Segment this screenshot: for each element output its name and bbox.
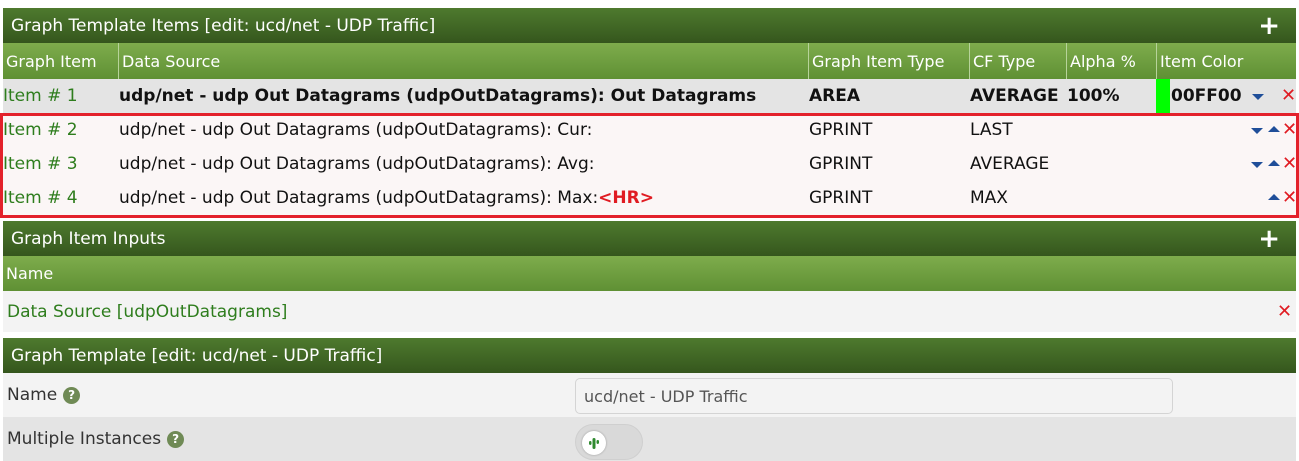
col-item-color[interactable]: Item Color bbox=[1156, 43, 1296, 79]
data-source-cell: udp/net - udp Out Datagrams (udpOutDatag… bbox=[119, 86, 757, 106]
alpha-cell: 100% bbox=[1067, 86, 1120, 106]
item-link[interactable]: Item # 1 bbox=[3, 79, 78, 113]
name-label-wrap: Name ? bbox=[7, 373, 81, 417]
delete-icon[interactable]: ✕ bbox=[1281, 87, 1296, 105]
hr-tag: <HR> bbox=[598, 188, 654, 208]
multiple-instances-label: Multiple Instances bbox=[7, 429, 162, 449]
cactus-icon bbox=[589, 438, 599, 449]
table-row: Item # 3 udp/net - udp Out Datagrams (ud… bbox=[3, 147, 1297, 181]
data-source-cell: udp/net - udp Out Datagrams (udpOutDatag… bbox=[119, 181, 654, 215]
multiple-instances-row: Multiple Instances ? bbox=[3, 417, 1296, 461]
list-item: Data Source [udpOutDatagrams] ✕ bbox=[3, 291, 1296, 332]
multiple-instances-toggle[interactable] bbox=[575, 424, 643, 460]
move-down-icon[interactable] bbox=[1251, 162, 1263, 168]
data-source-cell: udp/net - udp Out Datagrams (udpOutDatag… bbox=[119, 120, 593, 140]
move-up-icon[interactable] bbox=[1268, 126, 1280, 132]
col-alpha[interactable]: Alpha % bbox=[1066, 43, 1156, 79]
question-icon[interactable]: ? bbox=[167, 430, 185, 448]
data-source-input-link[interactable]: Data Source [udpOutDatagrams] bbox=[7, 291, 287, 332]
cf-type-cell: AVERAGE bbox=[970, 86, 1059, 106]
name-input[interactable] bbox=[575, 378, 1173, 414]
table-row: Item # 4 udp/net - udp Out Datagrams (ud… bbox=[3, 181, 1297, 215]
col-name[interactable]: Name bbox=[3, 256, 303, 291]
delete-icon[interactable]: ✕ bbox=[1282, 155, 1297, 173]
name-label: Name bbox=[7, 385, 58, 405]
template-panel-title: Graph Template [edit: ucd/net - UDP Traf… bbox=[11, 345, 383, 366]
table-row: Item # 1 udp/net - udp Out Datagrams (ud… bbox=[3, 79, 1296, 113]
item-link[interactable]: Item # 3 bbox=[3, 147, 78, 181]
table-row: Item # 2 udp/net - udp Out Datagrams (ud… bbox=[3, 113, 1297, 147]
color-hex-cell: 00FF00 bbox=[1171, 86, 1242, 106]
move-up-icon[interactable] bbox=[1268, 160, 1280, 166]
item-link[interactable]: Item # 4 bbox=[3, 181, 78, 215]
item-type-cell: GPRINT bbox=[809, 188, 873, 208]
col-graph-item-type[interactable]: Graph Item Type bbox=[808, 43, 969, 79]
move-down-icon[interactable] bbox=[1252, 94, 1264, 100]
question-icon[interactable]: ? bbox=[63, 386, 81, 404]
toggle-knob bbox=[582, 431, 606, 455]
data-source-text: udp/net - udp Out Datagrams (udpOutDatag… bbox=[119, 188, 599, 208]
cf-type-cell: LAST bbox=[970, 120, 1013, 140]
add-input-plus-icon[interactable]: + bbox=[1258, 226, 1280, 252]
col-data-source[interactable]: Data Source bbox=[118, 43, 808, 79]
multiple-label-wrap: Multiple Instances ? bbox=[7, 417, 185, 461]
items-panel-header: Graph Template Items [edit: ucd/net - UD… bbox=[3, 8, 1296, 43]
item-type-cell: GPRINT bbox=[809, 120, 873, 140]
col-graph-item[interactable]: Graph Item bbox=[3, 43, 118, 79]
template-panel-header: Graph Template [edit: ucd/net - UDP Traf… bbox=[3, 338, 1296, 373]
delete-icon[interactable]: ✕ bbox=[1282, 189, 1297, 207]
cf-type-cell: MAX bbox=[970, 188, 1008, 208]
move-up-icon[interactable] bbox=[1268, 194, 1280, 200]
move-down-icon[interactable] bbox=[1251, 128, 1263, 134]
inputs-panel-header: Graph Item Inputs + bbox=[3, 221, 1296, 256]
cf-type-cell: AVERAGE bbox=[970, 154, 1050, 174]
item-link[interactable]: Item # 2 bbox=[3, 113, 78, 147]
col-cf-type[interactable]: CF Type bbox=[969, 43, 1066, 79]
item-type-cell: GPRINT bbox=[809, 154, 873, 174]
item-type-cell: AREA bbox=[809, 86, 861, 106]
data-source-cell: udp/net - udp Out Datagrams (udpOutDatag… bbox=[119, 154, 595, 174]
add-item-plus-icon[interactable]: + bbox=[1258, 13, 1280, 39]
items-column-header: Graph Item Data Source Graph Item Type C… bbox=[3, 43, 1296, 79]
inputs-panel-title: Graph Item Inputs bbox=[11, 228, 166, 249]
delete-icon[interactable]: ✕ bbox=[1277, 303, 1292, 321]
items-panel-title: Graph Template Items [edit: ucd/net - UD… bbox=[11, 15, 436, 36]
inputs-column-header: Name bbox=[3, 256, 1296, 291]
delete-icon[interactable]: ✕ bbox=[1282, 121, 1297, 139]
color-swatch bbox=[1156, 79, 1170, 113]
